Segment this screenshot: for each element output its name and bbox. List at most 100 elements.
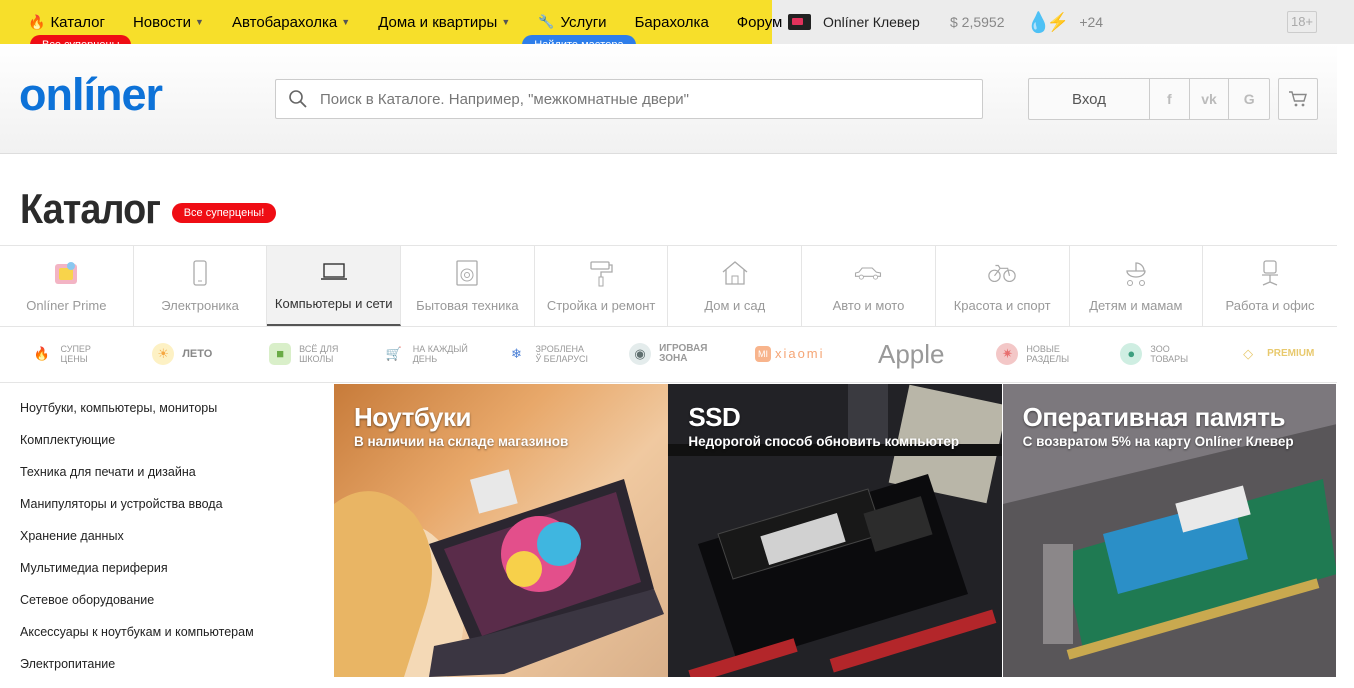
chevron-down-icon: ▼ (195, 17, 204, 27)
promo-line1: На каждый (412, 344, 468, 354)
subcategory-item[interactable]: Сетевое оборудование (0, 576, 334, 608)
vk-login-button[interactable]: vk (1190, 79, 1230, 119)
promo-xiaomi[interactable]: mi xiaomi (729, 346, 851, 362)
card-icon (788, 14, 811, 30)
subcategory-item[interactable]: Мультимедиа периферия (0, 544, 334, 576)
promo-line2: зона (659, 353, 688, 364)
promo-everyday[interactable]: 🛒 На каждый день (365, 343, 487, 365)
banner-title: Оперативная память (1022, 402, 1286, 432)
cart-button[interactable] (1278, 78, 1318, 120)
promo-line2: разделы (1026, 354, 1070, 364)
banner-title: Ноутбуки (354, 402, 472, 432)
summer-icon: ☀ (152, 343, 175, 365)
banner-ssd[interactable]: SSD Недорогой способ обновить компьютер (668, 384, 1003, 677)
facebook-login-button[interactable]: f (1150, 79, 1190, 119)
category-label: Красота и спорт (953, 298, 1051, 313)
promo-line1: Супер (60, 344, 91, 354)
promo-label: Игровая зона (659, 344, 707, 364)
promo-label: Лето (182, 349, 212, 360)
top-bar: 🔥 Каталог Все суперцены Новости ▼ Автоба… (0, 0, 1354, 55)
subcategory-item[interactable]: Электропитание (0, 640, 334, 672)
fire-icon: 🔥 (33, 346, 50, 361)
category-computers[interactable]: Компьютеры и сети (267, 246, 402, 326)
backpack-icon: ■ (269, 343, 292, 365)
fire-icon: 🔥 (28, 13, 46, 30)
promo-line2: цены (60, 354, 88, 364)
promo-line2: день (412, 354, 438, 364)
nav-forum[interactable]: Форум (723, 0, 797, 44)
category-label: Детям и мамам (1089, 298, 1183, 313)
login-button[interactable]: Вход (1029, 79, 1150, 119)
currency-rate[interactable]: $ 2,5952 (950, 0, 1005, 44)
klever-label: Onlíner Клевер (823, 14, 920, 30)
category-construction[interactable]: Стройка и ремонт (535, 246, 669, 326)
stroller-icon (1121, 258, 1151, 288)
promo-line1: Зоо (1150, 344, 1170, 354)
klever-link[interactable]: Onlíner Клевер (788, 0, 920, 44)
category-office[interactable]: Работа и офис (1203, 246, 1337, 326)
promo-school[interactable]: ■ Всё для школы (243, 343, 365, 365)
promo-banners: Ноутбуки В наличии на складе магазинов S… (334, 384, 1337, 677)
category-appliances[interactable]: Бытовая техника (401, 246, 535, 326)
auth-panel: Вход f vk G (1028, 78, 1270, 120)
onliner-logo[interactable]: onlíner (19, 70, 204, 120)
category-beauty-sport[interactable]: Красота и спорт (936, 246, 1070, 326)
banner-ram[interactable]: Оперативная память С возвратом 5% на кар… (1002, 384, 1337, 677)
promo-line1: Всё для (299, 344, 339, 354)
subcategory-item[interactable]: Манипуляторы и устройства ввода (0, 480, 334, 512)
category-home[interactable]: Дом и сад (668, 246, 803, 326)
promo-label: Всё для школы (299, 344, 338, 364)
age-rating-badge: 18+ (1287, 11, 1317, 33)
wrench-icon: 🔧 (538, 14, 555, 29)
promo-zoo[interactable]: ● Зоо товары (1094, 343, 1216, 365)
category-electronics[interactable]: Электроника (134, 246, 268, 326)
nav-auto[interactable]: Автобарахолка ▼ (218, 0, 364, 44)
subcategory-item[interactable]: Техника для печати и дизайна (0, 448, 334, 480)
nav-news[interactable]: Новости ▼ (119, 0, 218, 44)
promo-premium[interactable]: ◇ Premium (1215, 343, 1337, 365)
subcategory-item[interactable]: Комплектующие (0, 416, 334, 448)
nav-services[interactable]: 🔧 Услуги Найдите мастера (522, 0, 636, 55)
promo-line1: Новые (1026, 344, 1060, 354)
new-icon: ✷ (996, 343, 1019, 365)
promo-summer[interactable]: ☀ Лето (122, 343, 244, 365)
nav-catalog[interactable]: 🔥 Каталог Все суперцены (14, 0, 132, 55)
category-auto[interactable]: Авто и мото (802, 246, 936, 326)
search-input[interactable] (320, 90, 960, 108)
promo-apple[interactable]: Apple (851, 341, 973, 367)
category-prime[interactable]: Onlíner Prime (0, 246, 134, 326)
promo-label: Зоо товары (1150, 344, 1188, 364)
superprice-badge[interactable]: Все суперцены! (171, 203, 277, 223)
subcategory-item[interactable]: Хранение данных (0, 512, 334, 544)
promo-line1: Зроблена (535, 344, 585, 354)
promo-gaming[interactable]: ◉ Игровая зона (608, 343, 730, 365)
promo-new-sections[interactable]: ✷ Новые разделы (972, 343, 1094, 365)
promo-belarus[interactable]: ❄ Зроблена ў Беларусі (486, 343, 608, 365)
nav-services-label: Услуги (560, 13, 607, 31)
promo-line1: Premium (1267, 348, 1315, 359)
search-box[interactable] (275, 79, 983, 119)
gamer-icon: ◉ (629, 343, 652, 365)
snowflake-icon: ❄ (511, 346, 522, 361)
cart-icon: 🛒 (385, 346, 402, 361)
prime-icon (51, 258, 81, 288)
top-nav: 🔥 Каталог Все суперцены Новости ▼ Автоба… (14, 0, 797, 55)
nav-catalog-label: Каталог (50, 13, 105, 31)
logo-text: onlíner (19, 69, 163, 120)
google-login-button[interactable]: G (1229, 79, 1269, 119)
category-kids[interactable]: Детям и мамам (1070, 246, 1204, 326)
nav-realty-label: Дома и квартиры (378, 13, 498, 31)
subcategory-item[interactable]: Аксессуары к ноутбукам и компьютерам (0, 608, 334, 640)
subcategory-item[interactable]: Ноутбуки, компьютеры, мониторы (0, 384, 334, 416)
category-label: Стройка и ремонт (546, 298, 656, 313)
category-label: Авто и мото (832, 298, 905, 313)
nav-baraholka[interactable]: Барахолка (621, 0, 723, 44)
promo-superprices[interactable]: 🔥 Супер цены (0, 343, 122, 365)
nav-baraholka-label: Барахолка (634, 13, 709, 31)
temperature-value: +24 (1079, 14, 1104, 30)
nav-realty[interactable]: Дома и квартиры ▼ (364, 0, 524, 44)
promo-line2: ў Беларусі (535, 354, 589, 364)
banner-subtitle: В наличии на складе магазинов (354, 434, 569, 449)
banner-laptops[interactable]: Ноутбуки В наличии на складе магазинов (334, 384, 668, 677)
weather-widget[interactable]: 💧 ⚡ +24 (1026, 0, 1103, 44)
